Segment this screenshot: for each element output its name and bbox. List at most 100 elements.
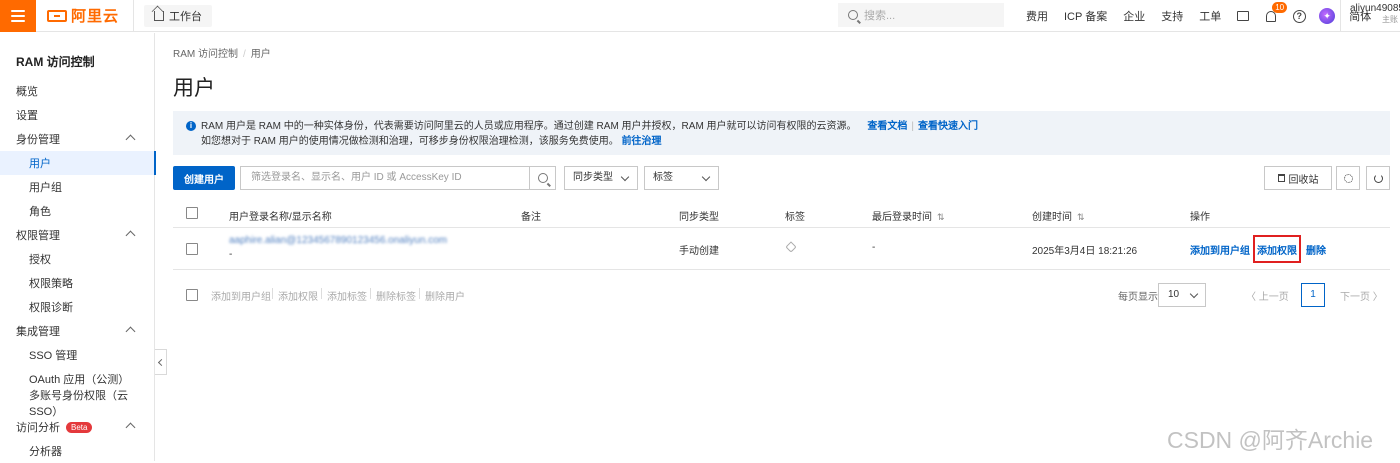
user-filter-input[interactable]: 筛选登录名、显示名、用户 ID 或 AccessKey ID (240, 166, 530, 190)
sidebar-item-policies[interactable]: 权限策略 (0, 271, 155, 295)
sidebar-item-cloud-sso[interactable]: 多账号身份权限（云 SSO） (0, 390, 155, 418)
chevron-up-icon (125, 230, 136, 241)
page-size-select[interactable]: 10 (1158, 283, 1206, 307)
sync-type-select[interactable]: 同步类型 (564, 166, 638, 190)
recycle-bin-button[interactable]: 回收站 (1264, 166, 1332, 190)
user-account-menu[interactable]: aliyun49085 主账 (1340, 0, 1400, 32)
top-links: 费用 ICP 备案 企业 支持 工单 10 ? ✦ 简体 (1018, 0, 1379, 32)
sidebar-item-overview[interactable]: 概览 (0, 79, 155, 103)
terminal-button[interactable] (1229, 0, 1257, 32)
go-governance-link[interactable]: 前往治理 (622, 136, 662, 147)
sync-type-select-label: 同步类型 (573, 172, 613, 183)
header-created-label: 创建时间 (1032, 212, 1072, 223)
page-size-value: 10 (1168, 289, 1180, 300)
top-link-ticket[interactable]: 工单 (1191, 8, 1229, 24)
sidebar-group-access-analysis[interactable]: 访问分析 Beta (0, 415, 155, 439)
refresh-button[interactable] (1366, 166, 1390, 190)
delete-user-button[interactable]: 删除 (1306, 242, 1326, 257)
batch-add-to-group-button[interactable]: 添加到用户组 (211, 288, 271, 303)
sidebar-item-sso[interactable]: SSO 管理 (0, 343, 155, 367)
row-checkbox[interactable] (186, 243, 198, 255)
sidebar-group-identity[interactable]: 身份管理 (0, 127, 155, 151)
sidebar-item-analyzer[interactable]: 分析器 (0, 439, 155, 463)
next-page-button[interactable]: 下一页 〉 (1340, 288, 1383, 303)
ai-assistant-button[interactable]: ✦ (1313, 0, 1341, 32)
batch-add-tags-button[interactable]: 添加标签 (327, 288, 367, 303)
table-footer: 添加到用户组 添加权限 添加标签 删除标签 删除用户 每页显示 10 〈 上一页… (173, 283, 1390, 307)
global-search-input[interactable]: 搜索... (838, 3, 1004, 27)
help-button[interactable]: ? (1285, 0, 1313, 32)
sidebar: RAM 访问控制 概览 设置 身份管理 用户 用户组 角色 权限管理 授权 权限… (0, 33, 156, 463)
info-icon: i (186, 121, 196, 131)
sidebar-item-label: 角色 (29, 206, 51, 218)
notice-text-1: RAM 用户是 RAM 中的一种实体身份，代表需要访问阿里云的人员或应用程序。通… (201, 121, 857, 132)
batch-delete-users-button[interactable]: 删除用户 (425, 288, 465, 303)
top-link-support[interactable]: 支持 (1153, 8, 1191, 24)
sidebar-item-settings[interactable]: 设置 (0, 103, 155, 127)
divider (321, 288, 322, 299)
sidebar-group-permissions[interactable]: 权限管理 (0, 223, 155, 247)
info-notice: i RAM 用户是 RAM 中的一种实体身份，代表需要访问阿里云的人员或应用程序… (173, 111, 1390, 155)
top-link-enterprise[interactable]: 企业 (1115, 8, 1153, 24)
search-icon (537, 173, 548, 183)
trash-icon (1277, 174, 1285, 182)
page-number-current[interactable]: 1 (1301, 283, 1325, 307)
sidebar-item-label: 权限诊断 (29, 302, 73, 314)
sidebar-item-users[interactable]: 用户 (0, 151, 156, 175)
toolbar: 创建用户 筛选登录名、显示名、用户 ID 或 AccessKey ID 同步类型… (173, 166, 1390, 190)
hamburger-menu-button[interactable] (0, 0, 36, 32)
sidebar-item-label: 身份管理 (16, 134, 60, 146)
header-actions: 操作 (1190, 212, 1210, 223)
tag-icon (785, 241, 797, 253)
sort-icon: ⇅ (937, 212, 945, 222)
beta-badge: Beta (66, 421, 93, 433)
breadcrumb-separator: / (243, 49, 246, 60)
sidebar-group-integration[interactable]: 集成管理 (0, 319, 155, 343)
filter-search-button[interactable] (529, 166, 556, 190)
user-role: 主账 (1382, 15, 1398, 24)
refresh-icon (1373, 173, 1383, 183)
sidebar-item-grants[interactable]: 授权 (0, 247, 155, 271)
quick-start-link[interactable]: 查看快速入门 (918, 121, 978, 132)
select-all-checkbox[interactable] (186, 207, 198, 219)
aliyun-logo[interactable]: 阿里云 (47, 0, 119, 32)
table-row: aaphire.alian@1234567890123456.onaliyun.… (173, 228, 1390, 270)
notice-text-2: 如您想对于 RAM 用户的使用情况做检测和治理，可移步身份权限治理检测，该服务免… (201, 136, 619, 147)
sidebar-item-roles[interactable]: 角色 (0, 199, 155, 223)
sidebar-item-label: 授权 (29, 254, 51, 266)
chevron-left-icon (157, 358, 166, 366)
batch-add-permission-button[interactable]: 添加权限 (278, 288, 318, 303)
sort-icon: ⇅ (1077, 212, 1085, 222)
aliyun-logo-icon (47, 9, 67, 22)
create-user-button[interactable]: 创建用户 (173, 166, 235, 190)
header-created[interactable]: 创建时间 ⇅ (1032, 208, 1085, 223)
sidebar-collapse-button[interactable] (155, 349, 167, 375)
header-remark: 备注 (521, 212, 541, 223)
divider (133, 0, 135, 32)
user-login-name-link[interactable]: aaphire.alian@1234567890123456.onaliyun.… (229, 235, 447, 246)
sidebar-item-label: OAuth 应用（公测） (29, 374, 130, 386)
prev-page-button[interactable]: 〈 上一页 (1246, 288, 1289, 303)
tag-select-label: 标签 (653, 172, 673, 183)
notification-button[interactable]: 10 (1257, 0, 1288, 32)
add-to-group-button[interactable]: 添加到用户组 (1190, 242, 1250, 257)
workbench-button[interactable]: 工作台 (144, 4, 213, 27)
top-link-billing[interactable]: 费用 (1018, 8, 1056, 24)
sidebar-item-user-groups[interactable]: 用户组 (0, 175, 155, 199)
edit-tags-button[interactable] (785, 241, 797, 254)
terminal-icon (1237, 11, 1250, 21)
page-size-label: 每页显示 (1118, 292, 1158, 303)
user-name: aliyun49085 (1350, 3, 1400, 14)
tag-select[interactable]: 标签 (644, 166, 719, 190)
footer-select-all-checkbox[interactable] (186, 289, 198, 301)
sidebar-item-diagnosis[interactable]: 权限诊断 (0, 295, 155, 319)
batch-remove-tags-button[interactable]: 删除标签 (376, 288, 416, 303)
page-title: 用户 (173, 77, 215, 100)
top-link-icp[interactable]: ICP 备案 (1056, 8, 1115, 24)
breadcrumb-root[interactable]: RAM 访问控制 (173, 49, 238, 60)
header-last-login[interactable]: 最后登录时间 ⇅ (872, 208, 945, 223)
view-docs-link[interactable]: 查看文档 (867, 121, 907, 132)
settings-button[interactable] (1336, 166, 1360, 190)
user-last-login: - (872, 242, 876, 253)
table-header: 用户登录名称/显示名称 备注 同步类型 标签 最后登录时间 ⇅ 创建时间 ⇅ 操作 (173, 200, 1390, 228)
